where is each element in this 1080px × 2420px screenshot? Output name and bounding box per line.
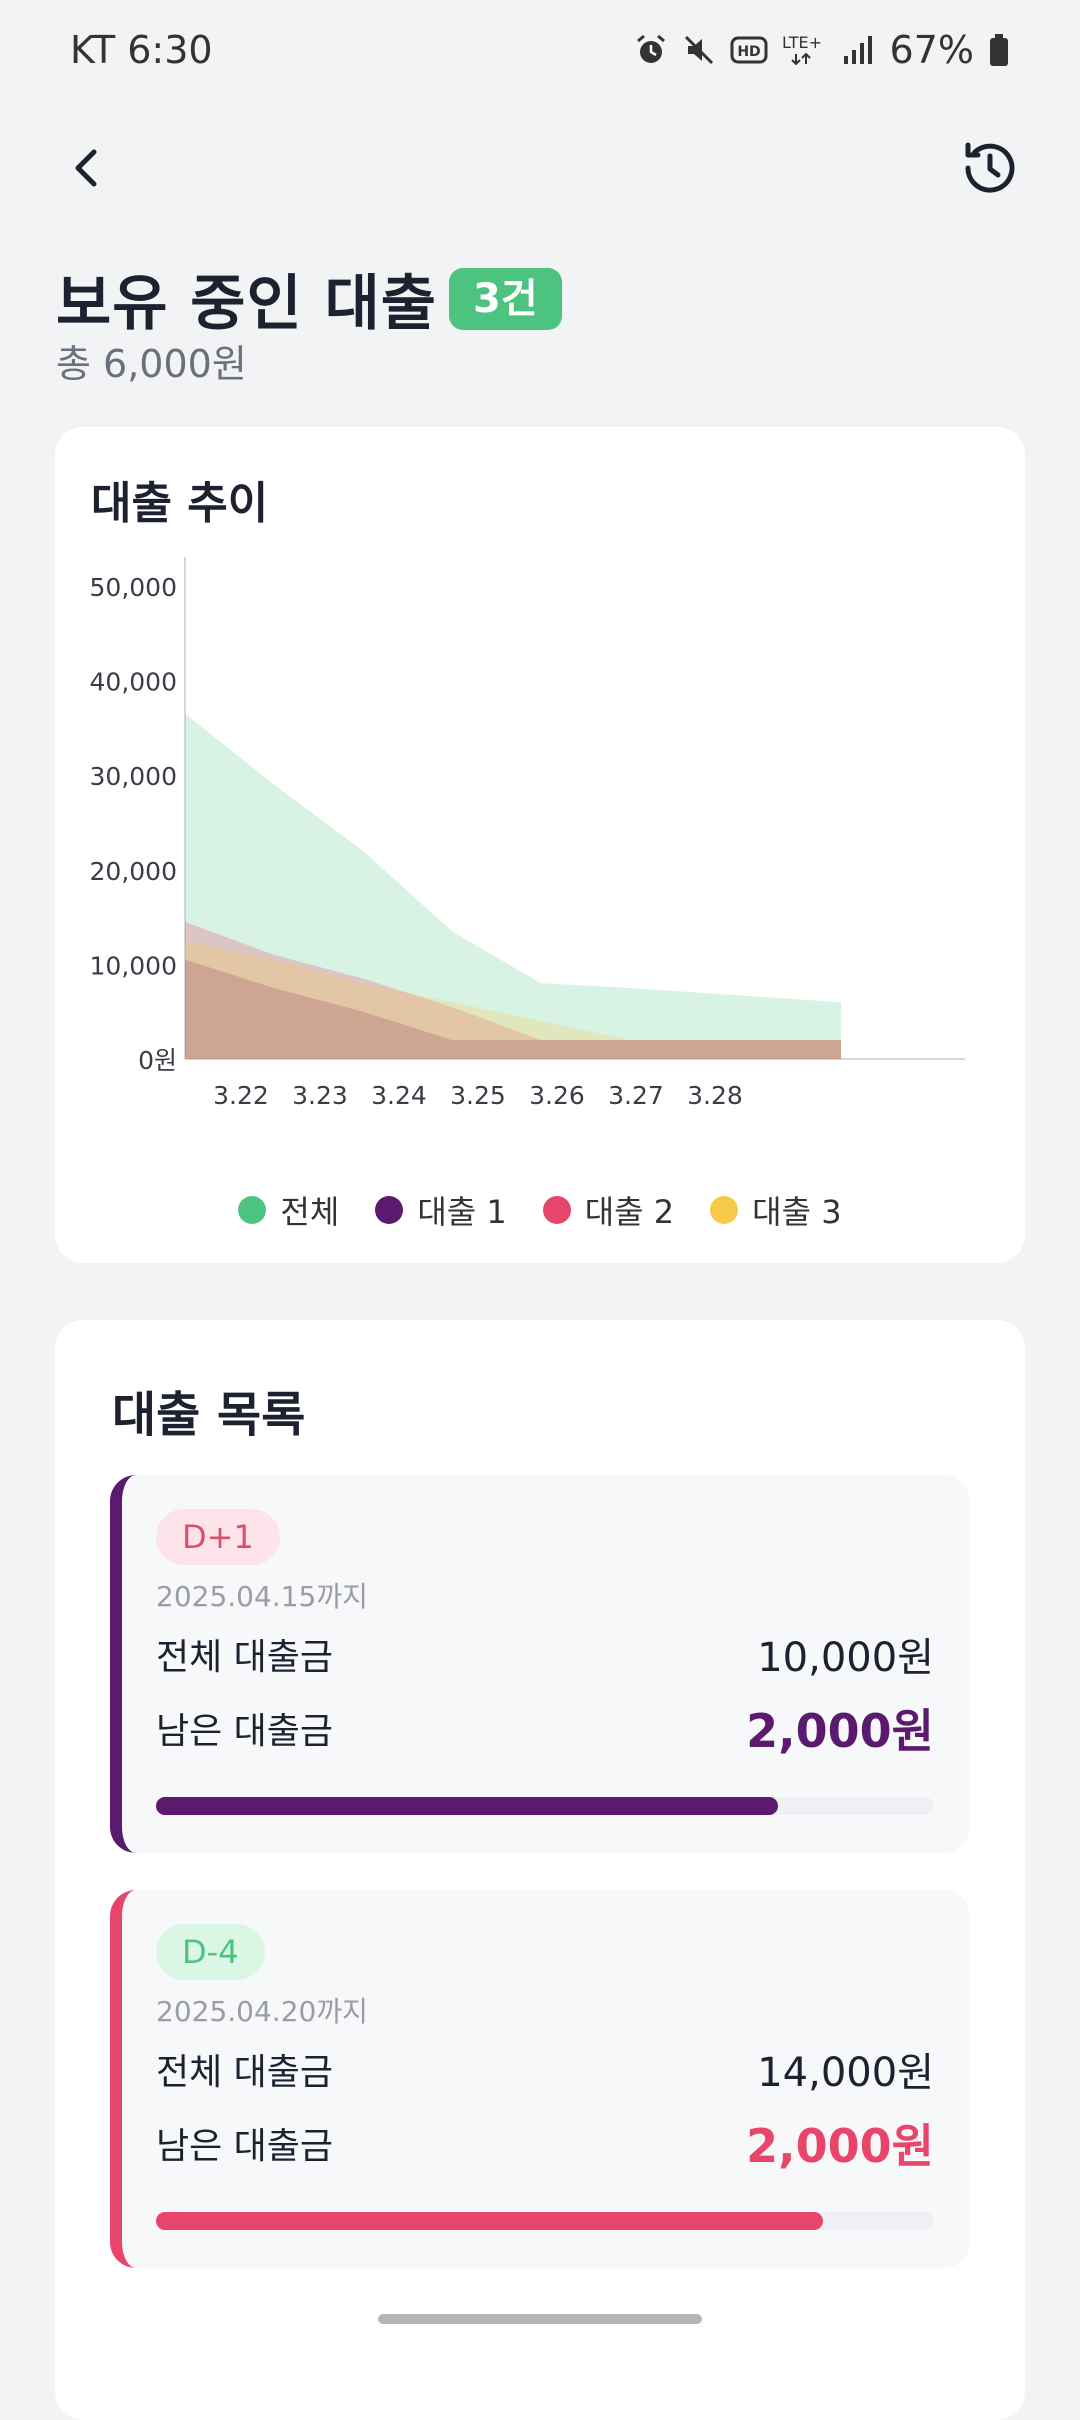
x-tick-label: 3.22 <box>213 1081 269 1110</box>
hd-icon: HD <box>730 36 768 64</box>
history-button[interactable] <box>956 135 1022 201</box>
y-tick-label: 20,000 <box>90 857 177 886</box>
legend-dot <box>375 1196 404 1224</box>
remaining-loan-value: 2,000원 <box>746 2119 934 2173</box>
signal-icon <box>843 36 872 64</box>
legend-item: 대출 2 <box>542 1187 675 1233</box>
repayment-progress-bar <box>156 1797 934 1815</box>
legend-dot <box>238 1196 267 1224</box>
y-tick-label: 50,000 <box>90 573 177 602</box>
legend-label: 전체 <box>280 1193 340 1231</box>
history-icon <box>965 142 1015 193</box>
total-amount: 총 6,000원 <box>56 342 247 386</box>
loan-list-title: 대출 목록 <box>112 1387 306 1443</box>
battery-percent: 67% <box>889 28 974 72</box>
total-loan-value: 14,000원 <box>757 2050 934 2096</box>
remaining-loan-row: 남은 대출금 2,000원 <box>156 2110 934 2176</box>
legend-label: 대출 2 <box>584 1193 675 1231</box>
legend-item: 대출 1 <box>375 1187 507 1233</box>
total-loan-row: 전체 대출금 14,000원 <box>156 2040 934 2098</box>
home-indicator[interactable] <box>378 2314 702 2324</box>
battery-icon <box>990 34 1008 66</box>
loan-list-card: 대출 목록 D+1 2025.04.15까지 전체 대출금 10,000원 남은… <box>55 1320 1025 2420</box>
x-tick-label: 3.28 <box>687 1081 743 1110</box>
page-title: 보유 중인 대출 <box>56 269 437 339</box>
chart-legend: 전체 대출 1 대출 2 대출 3 <box>55 1187 1025 1233</box>
legend-label: 대출 3 <box>752 1193 842 1231</box>
y-tick-label: 40,000 <box>90 668 177 697</box>
total-loan-label: 전체 대출금 <box>156 1637 334 1678</box>
x-tick-label: 3.27 <box>608 1081 664 1110</box>
loan-trend-card: 대출 추이 0원 10,000 20,000 30,000 40,000 50,000 3.… <box>55 427 1025 1263</box>
total-loan-value: 10,000원 <box>757 1635 934 1681</box>
legend-item: 대출 3 <box>710 1187 842 1233</box>
remaining-loan-label: 남은 대출금 <box>156 2126 334 2167</box>
due-date: 2025.04.15까지 <box>156 1580 368 1613</box>
dday-badge: D-4 <box>156 1924 265 1980</box>
status-carrier-time: KT 6:30 <box>70 28 213 72</box>
y-tick-label: 10,000 <box>90 951 177 980</box>
y-tick-label: 30,000 <box>90 762 177 791</box>
x-tick-label: 3.25 <box>450 1081 506 1110</box>
total-loan-label: 전체 대출금 <box>156 2052 334 2093</box>
legend-dot <box>542 1196 571 1224</box>
dday-badge: D+1 <box>156 1509 280 1565</box>
title-row: 보유 중인 대출 3건 <box>56 255 562 342</box>
loan-trend-chart: 0원 10,000 20,000 30,000 40,000 50,000 3.22 3.23… <box>90 557 965 1110</box>
due-date: 2025.04.20까지 <box>156 1995 368 2028</box>
x-tick-label: 3.24 <box>371 1081 427 1110</box>
remaining-loan-label: 남은 대출금 <box>156 1711 334 1752</box>
back-arrow-icon <box>75 149 97 187</box>
status-bar: KT 6:30 HD LTE+ 67% <box>0 0 1080 100</box>
status-icons: HD LTE+ 67% <box>634 28 1010 72</box>
repayment-progress-fill <box>156 2212 823 2230</box>
loan-item[interactable]: D-4 2025.04.20까지 전체 대출금 14,000원 남은 대출금 2… <box>110 1890 970 2268</box>
legend-item: 전체 <box>238 1187 339 1233</box>
legend-dot <box>710 1196 739 1224</box>
loan-count-badge: 3건 <box>448 267 562 330</box>
x-tick-label: 3.23 <box>292 1081 348 1110</box>
total-loan-row: 전체 대출금 10,000원 <box>156 1625 934 1683</box>
back-button[interactable] <box>60 140 116 196</box>
svg-text:HD: HD <box>737 44 760 60</box>
alarm-icon <box>636 34 665 63</box>
remaining-loan-row: 남은 대출금 2,000원 <box>156 1695 934 1761</box>
loan-item[interactable]: D+1 2025.04.15까지 전체 대출금 10,000원 남은 대출금 2… <box>110 1475 970 1853</box>
legend-label: 대출 1 <box>417 1193 507 1231</box>
y-tick-label: 0원 <box>138 1046 177 1075</box>
repayment-progress-bar <box>156 2212 934 2230</box>
mute-icon <box>684 35 713 65</box>
remaining-loan-value: 2,000원 <box>746 1704 934 1758</box>
x-tick-label: 3.26 <box>529 1081 585 1110</box>
svg-text:LTE+: LTE+ <box>782 33 822 52</box>
repayment-progress-fill <box>156 1797 779 1815</box>
lte-icon: LTE+ <box>782 33 822 66</box>
